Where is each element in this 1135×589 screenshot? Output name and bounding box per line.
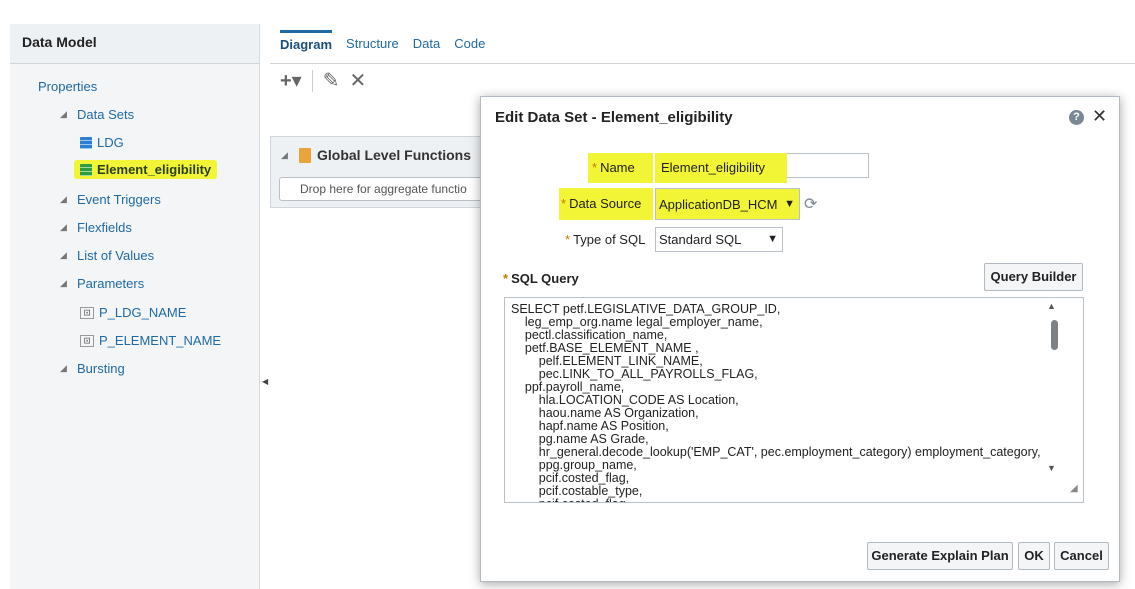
tree-item-data-sets[interactable]: ◢ Data Sets <box>60 107 134 122</box>
expand-triangle-icon[interactable]: ◢ <box>281 150 293 161</box>
tree-item-label: Properties <box>38 79 98 94</box>
add-icon[interactable]: +▾ <box>280 68 302 93</box>
chevron-down-icon: ▼ <box>767 233 778 245</box>
sql-type-select[interactable]: Standard SQL ▼ <box>655 227 783 252</box>
tree-item-label: LDG <box>97 135 124 150</box>
resize-grip-icon[interactable]: ◢ <box>1070 483 1078 494</box>
tree-item-list-of-values[interactable]: ◢ List of Values <box>60 248 154 263</box>
tree-item-label: Element_eligibility <box>97 162 212 177</box>
global-level-functions-panel: ◢ Global Level Functions Drop here for a… <box>270 136 519 208</box>
expand-triangle-icon[interactable]: ◢ <box>60 222 72 233</box>
refresh-icon[interactable]: ⟳ <box>804 194 817 214</box>
ok-button[interactable]: OK <box>1018 542 1050 570</box>
data-source-label-row: * Data Source <box>559 188 653 220</box>
required-marker: * <box>561 196 567 211</box>
sql-type-label: Type of SQL <box>573 232 646 247</box>
editor-tabs: Diagram Structure Data Code <box>270 24 1135 64</box>
tree-item-flexfields[interactable]: ◢ Flexfields <box>60 220 132 235</box>
dialog-title: Edit Data Set - Element_eligibility <box>495 109 733 126</box>
global-functions-header[interactable]: ◢ Global Level Functions <box>281 147 471 163</box>
sql-query-editor[interactable]: SELECT petf.LEGISLATIVE_DATA_GROUP_ID, l… <box>504 297 1084 503</box>
tree-item-event-triggers[interactable]: ◢ Event Triggers <box>60 192 161 207</box>
name-label-row: * Name <box>588 153 653 183</box>
required-marker: * <box>592 160 598 175</box>
data-source-label: Data Source <box>569 196 642 211</box>
help-icon[interactable]: ? <box>1069 110 1084 125</box>
tree-item-properties[interactable]: Properties <box>38 79 97 94</box>
name-label: Name <box>600 160 635 175</box>
generate-explain-plan-button[interactable]: Generate Explain Plan <box>867 542 1013 570</box>
tree-item-label: Flexfields <box>77 220 132 235</box>
tab-diagram[interactable]: Diagram <box>280 29 333 58</box>
tab-structure[interactable]: Structure <box>346 30 399 57</box>
sql-query-label-row: * SQL Query <box>503 271 579 286</box>
tab-code[interactable]: Code <box>454 30 485 57</box>
sql-query-label: SQL Query <box>511 271 579 286</box>
collapse-panel-handle[interactable]: ◀ <box>262 377 268 391</box>
delete-icon[interactable]: ✕ <box>349 68 366 93</box>
query-builder-button[interactable]: Query Builder <box>984 263 1083 291</box>
expand-triangle-icon[interactable]: ◢ <box>60 109 72 120</box>
data-source-value: ApplicationDB_HCM <box>659 197 778 212</box>
tree-item-element-eligibility[interactable]: Element_eligibility <box>74 160 218 179</box>
tree-item-parameters[interactable]: ◢ Parameters <box>60 276 144 291</box>
sql-type-value: Standard SQL <box>659 232 742 247</box>
scroll-down-icon[interactable]: ▼ <box>1047 463 1056 473</box>
close-icon[interactable]: ✕ <box>1092 106 1107 127</box>
tree-item-p-element-name[interactable]: ⊡ P_ELEMENT_NAME <box>80 333 221 348</box>
sql-type-label-row: * Type of SQL <box>565 232 645 247</box>
panel-title: Data Model <box>10 24 259 64</box>
tree-item-p-ldg-name[interactable]: ⊡ P_LDG_NAME <box>80 305 186 320</box>
global-functions-title: Global Level Functions <box>317 147 472 163</box>
edit-data-set-dialog: Edit Data Set - Element_eligibility ? ✕ … <box>480 96 1120 582</box>
tab-data[interactable]: Data <box>413 30 440 57</box>
data-model-panel: Data Model Properties ◢ Data Sets LDG El… <box>10 24 260 589</box>
tree-item-label: Event Triggers <box>77 192 161 207</box>
tree-item-label: Data Sets <box>77 107 135 122</box>
tree-item-label: P_LDG_NAME <box>99 305 187 320</box>
document-icon <box>299 147 311 163</box>
tree-item-ldg[interactable]: LDG <box>80 135 124 150</box>
tree-item-bursting[interactable]: ◢ Bursting <box>60 361 125 376</box>
parameter-icon: ⊡ <box>80 306 94 319</box>
parameter-icon: ⊡ <box>80 334 94 347</box>
cancel-button[interactable]: Cancel <box>1054 542 1109 570</box>
name-field-extension[interactable] <box>787 153 869 178</box>
expand-triangle-icon[interactable]: ◢ <box>60 250 72 261</box>
dataset-icon <box>80 136 92 149</box>
required-marker: * <box>565 232 571 247</box>
diagram-toolbar: +▾ ✎ ✕ <box>280 68 366 93</box>
dataset-icon <box>80 163 92 176</box>
sql-query-text: SELECT petf.LEGISLATIVE_DATA_GROUP_ID, l… <box>511 303 1041 502</box>
edit-icon[interactable]: ✎ <box>323 68 340 93</box>
scroll-up-icon[interactable]: ▲ <box>1047 301 1056 311</box>
required-marker: * <box>503 271 509 286</box>
name-field[interactable]: Element_eligibility <box>655 153 787 183</box>
toolbar-divider <box>311 69 313 92</box>
tree-item-label: P_ELEMENT_NAME <box>99 333 222 348</box>
expand-triangle-icon[interactable]: ◢ <box>60 194 72 205</box>
chevron-down-icon: ▼ <box>784 198 795 210</box>
data-source-select[interactable]: ApplicationDB_HCM ▼ <box>655 188 800 220</box>
expand-triangle-icon[interactable]: ◢ <box>60 363 72 374</box>
tree-item-label: Bursting <box>77 361 125 376</box>
tree-item-label: List of Values <box>77 248 155 263</box>
scrollbar-thumb[interactable] <box>1051 320 1058 350</box>
expand-triangle-icon[interactable]: ◢ <box>60 278 72 289</box>
tree-item-label: Parameters <box>77 276 145 291</box>
